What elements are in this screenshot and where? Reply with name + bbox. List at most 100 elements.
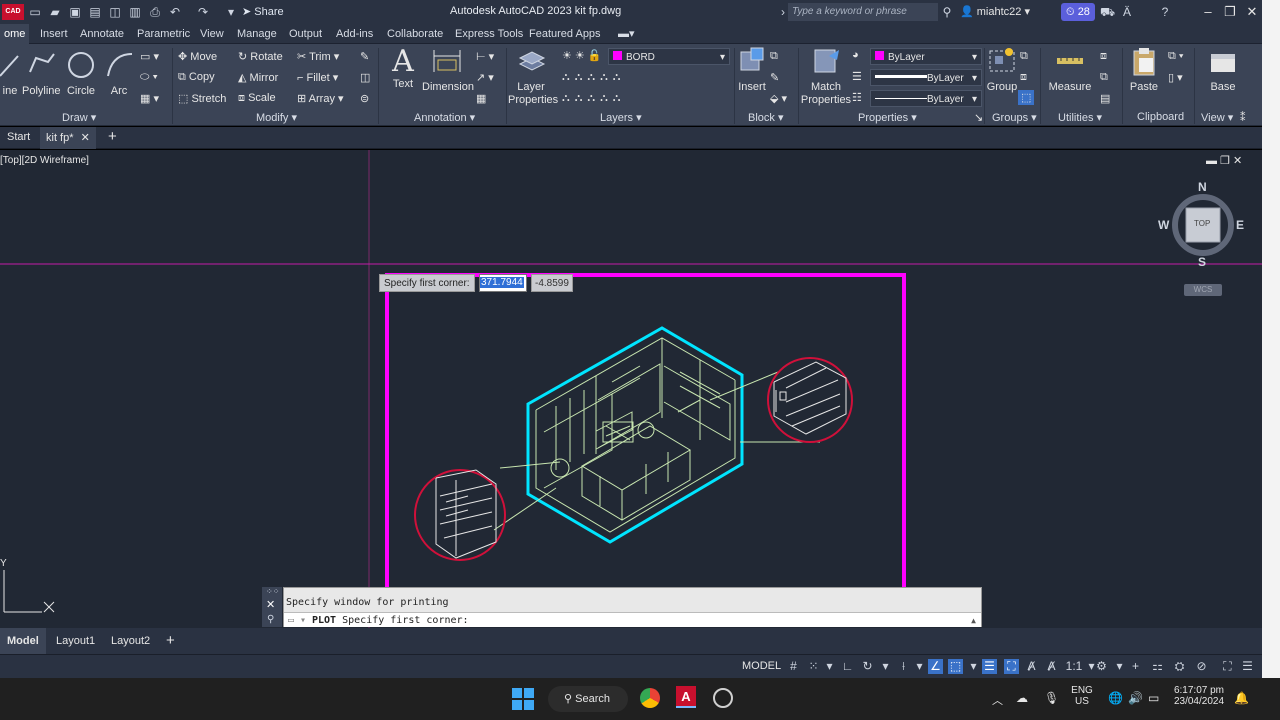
ungroup-icon[interactable]: ⧉ — [1020, 50, 1028, 63]
annotation-monitor-plus-icon[interactable]: + — [1128, 659, 1143, 674]
help-search-input[interactable]: Type a keyword or phrase — [788, 3, 938, 21]
block-panel-label[interactable]: Block ▾ — [748, 111, 783, 124]
chatgpt-icon[interactable] — [713, 688, 733, 708]
layer-dropdown[interactable]: BORD ▾ — [608, 48, 730, 65]
circle-button[interactable]: Circle — [64, 50, 98, 97]
new-file-icon[interactable]: ▭ — [28, 5, 42, 19]
isodraft-dropdown-icon[interactable]: ▾ — [912, 659, 927, 674]
wcs-menu[interactable]: WCS — [1184, 284, 1222, 296]
tab-drawing-kit-fp[interactable]: kit fp* ✕ — [40, 127, 96, 149]
tab-start[interactable]: Start — [7, 131, 30, 143]
minimize-window-button[interactable]: – — [1198, 3, 1218, 21]
tab-output[interactable]: Output — [289, 28, 322, 40]
tab-home[interactable]: ome — [0, 24, 30, 44]
save-as-icon[interactable]: ▤ — [88, 5, 102, 19]
lineweight-dropdown[interactable]: ByLayer ▾ — [870, 69, 982, 86]
polar-tracking-icon[interactable]: ↻ — [860, 659, 875, 674]
stretch-button[interactable]: ⬚ Stretch — [178, 92, 226, 105]
view-panel-label[interactable]: View ▾ — [1201, 111, 1233, 124]
windows-start-icon[interactable] — [512, 688, 534, 710]
binoculars-search-icon[interactable]: ⚲ — [940, 5, 954, 19]
command-line-grip[interactable]: ⁘⁘ ✕ ⚲ — [262, 587, 282, 627]
notifications-badge[interactable]: ⏲ 28 — [1061, 3, 1095, 21]
viewcube-west[interactable]: W — [1158, 218, 1169, 232]
cut-copy-icon[interactable]: ⧉ ▾ — [1168, 50, 1184, 63]
command-customize-icon[interactable]: ⚲ — [267, 614, 274, 625]
snap-icon[interactable]: ⁙ — [806, 659, 821, 674]
viewcube-north[interactable]: N — [1198, 180, 1207, 194]
copy-button[interactable]: ⧉ Copy — [178, 71, 215, 84]
layer-state-icons[interactable]: ☀ ☀ 🔓 — [562, 49, 602, 62]
arc-button[interactable]: Arc — [104, 50, 134, 97]
clipboard-panel-label[interactable]: Clipboard — [1137, 111, 1184, 123]
recent-commands-icon[interactable]: ▭ ▾ — [288, 613, 306, 628]
autocad-taskbar-icon[interactable]: A — [676, 686, 696, 708]
measure-button[interactable]: Measure — [1046, 46, 1094, 93]
rotate-button[interactable]: ↻ Rotate — [238, 50, 283, 63]
annotation-panel-label[interactable]: Annotation ▾ — [414, 111, 475, 124]
add-layout-plus-icon[interactable]: + — [166, 632, 175, 649]
snap-dropdown-icon[interactable]: ▾ — [822, 659, 837, 674]
ortho-icon[interactable]: ∟ — [840, 659, 855, 674]
polar-dropdown-icon[interactable]: ▾ — [878, 659, 893, 674]
undo-icon[interactable]: ↶ — [168, 5, 182, 19]
move-button[interactable]: ✥ Move — [178, 50, 217, 63]
taskbar-search[interactable]: ⚲ Search — [548, 686, 628, 712]
tab-insert[interactable]: Insert — [40, 28, 68, 40]
id-point-icon[interactable]: ⧈ — [1100, 50, 1107, 63]
object-snap-icon[interactable]: ⬚ — [948, 659, 963, 674]
restore-window-button[interactable]: ❐ — [1220, 3, 1240, 21]
close-tab-icon[interactable]: ✕ — [81, 132, 90, 144]
layer-tools-row-1[interactable]: ⛬⛬⛬⛬⛬ — [562, 71, 626, 84]
quick-properties-icon[interactable]: ⛭ — [1172, 659, 1187, 674]
explode-icon[interactable]: ◫ — [360, 71, 370, 84]
rectangle-icon[interactable]: ▭ ▾ — [140, 50, 159, 63]
tab-express-tools[interactable]: Express Tools — [455, 28, 523, 40]
volume-icon[interactable]: 🔊 — [1128, 691, 1143, 705]
layer-properties-button[interactable]: Layer Properties — [508, 46, 558, 107]
microphone-icon[interactable]: 🎙 — [1044, 691, 1059, 705]
trim-button[interactable]: ✂ Trim ▾ — [297, 50, 339, 63]
command-input[interactable]: ▭ ▾ PLOT Specify first corner: ▲ — [284, 612, 981, 627]
redo-icon[interactable]: ↷ — [196, 5, 210, 19]
autocad-logo[interactable]: CAD — [2, 4, 24, 20]
match-properties-button[interactable]: Match Properties — [800, 46, 852, 107]
linetype-icon[interactable]: ☷ — [852, 91, 862, 104]
object-snap-dropdown-icon[interactable]: ▾ — [966, 659, 981, 674]
create-block-icon[interactable]: ⧉ — [770, 50, 778, 63]
tab-addins[interactable]: Add-ins — [336, 28, 373, 40]
lineweight-icon[interactable]: ☰ — [852, 70, 862, 83]
lineweight-display-icon[interactable]: ☰ — [982, 659, 997, 674]
ribbon-toggle-icon[interactable]: ▬▾ — [618, 27, 635, 40]
polyline-button[interactable]: Polyline — [22, 50, 61, 97]
table-icon[interactable]: ▦ — [476, 92, 486, 105]
grid-icon[interactable]: # — [786, 659, 801, 674]
quick-select-icon[interactable]: ⧉ — [1100, 71, 1108, 84]
system-clock[interactable]: 6:17:07 pm 23/04/2024 — [1170, 685, 1228, 707]
customization-menu-icon[interactable]: ☰ — [1240, 659, 1255, 674]
base-view-button[interactable]: Base — [1200, 46, 1246, 93]
isodraft-icon[interactable]: ⟊ — [896, 659, 911, 674]
share-button[interactable]: ➤ Share — [242, 5, 284, 18]
hatch-icon[interactable]: ⬭ ▾ — [140, 71, 158, 84]
leader-icon[interactable]: ⊢ ▾ — [476, 50, 494, 63]
array-button[interactable]: ⊞ Array ▾ — [297, 92, 344, 105]
tab-model[interactable]: Model — [0, 628, 46, 654]
user-account[interactable]: 👤 miahtc22 ▾ — [960, 5, 1030, 18]
properties-panel-label[interactable]: Properties ▾ — [858, 111, 917, 124]
offset-icon[interactable]: ⊜ — [360, 92, 369, 105]
command-history-toggle-icon[interactable]: ▲ — [971, 613, 976, 628]
drawing-canvas[interactable]: [Top][2D Wireframe] ▬ ❐ ✕ N S E W TOP WC… — [0, 150, 1262, 628]
workspace-dropdown-icon[interactable]: ▾ — [1112, 659, 1127, 674]
viewcube-face-label[interactable]: TOP — [1194, 219, 1210, 228]
cloud-icon[interactable]: ☁ — [1016, 691, 1028, 705]
copy-clip-icon[interactable]: ▯ ▾ — [1168, 71, 1183, 84]
units-icon[interactable]: ⚏ — [1150, 659, 1165, 674]
model-space-toggle[interactable]: MODEL — [742, 660, 781, 672]
isolate-objects-icon[interactable]: ⊘ — [1194, 659, 1209, 674]
layers-panel-label[interactable]: Layers ▾ — [600, 111, 642, 124]
web-mobile-icon[interactable]: ◫ — [108, 5, 122, 19]
close-command-line-icon[interactable]: ✕ — [266, 598, 275, 611]
tab-manage[interactable]: Manage — [237, 28, 277, 40]
customize-qat-icon[interactable]: ▾ — [224, 5, 238, 19]
